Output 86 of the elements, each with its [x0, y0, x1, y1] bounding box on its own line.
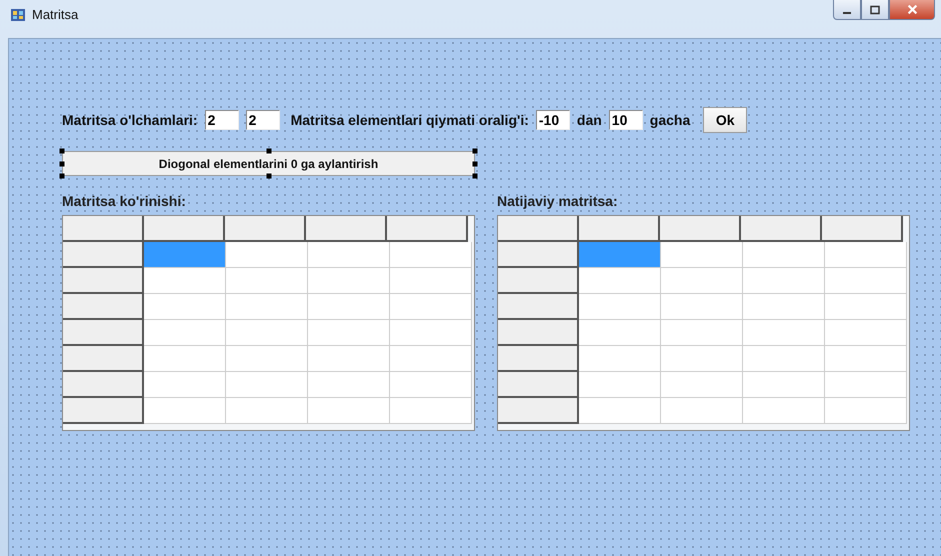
resize-handle[interactable]: [472, 174, 478, 178]
grid-cell[interactable]: [390, 294, 472, 320]
resize-handle[interactable]: [60, 174, 64, 178]
grid-cell[interactable]: [825, 320, 907, 346]
minimize-button[interactable]: [833, 0, 861, 20]
grid-cell[interactable]: [661, 268, 743, 294]
grid-cell[interactable]: [579, 268, 661, 294]
grid-cell[interactable]: [579, 398, 661, 424]
range-to-field[interactable]: 10: [608, 110, 643, 130]
resize-handle[interactable]: [472, 148, 478, 154]
dimension-field[interactable]: 2: [246, 110, 280, 130]
grid-cell[interactable]: [825, 346, 907, 372]
dimension-field[interactable]: 2: [204, 110, 239, 130]
grid-cell[interactable]: [825, 372, 907, 398]
from-label: dan: [576, 112, 602, 128]
grid-cell[interactable]: [661, 294, 743, 320]
grid-cell[interactable]: [226, 346, 308, 372]
grid-cell[interactable]: [144, 372, 226, 398]
grid-cell[interactable]: [743, 268, 825, 294]
grid-cell[interactable]: [661, 372, 743, 398]
grid-cell[interactable]: [226, 242, 308, 268]
range-label: Matritsa elementlari qiymati oralig'i:: [290, 112, 529, 128]
close-icon: [906, 4, 918, 15]
minimize-icon: [843, 12, 851, 14]
grid-cell[interactable]: [661, 398, 743, 424]
grid-cell[interactable]: [144, 242, 226, 268]
grid-cell[interactable]: [144, 398, 226, 424]
grid-cell[interactable]: [579, 320, 661, 346]
grid-cell[interactable]: [226, 398, 308, 424]
grid-cell[interactable]: [743, 294, 825, 320]
grid-cell[interactable]: [661, 242, 743, 268]
grid-cell[interactable]: [661, 346, 743, 372]
grid-cell[interactable]: [226, 320, 308, 346]
to-label: gacha: [650, 112, 690, 128]
grid-cell[interactable]: [308, 242, 390, 268]
ok-button[interactable]: Ok: [703, 107, 748, 133]
grid-cell[interactable]: [579, 242, 661, 268]
grid-cell[interactable]: [743, 242, 825, 268]
grid-cell[interactable]: [144, 268, 226, 294]
resize-handle[interactable]: [266, 148, 271, 154]
grid-cell[interactable]: [226, 294, 308, 320]
grid-cell[interactable]: [743, 320, 825, 346]
grid-cell[interactable]: [825, 294, 907, 320]
grid-cell[interactable]: [825, 268, 907, 294]
app-icon: [10, 7, 26, 23]
grid-cell[interactable]: [661, 320, 743, 346]
grid-cell[interactable]: [308, 372, 390, 398]
grid-cell[interactable]: [743, 372, 825, 398]
maximize-button[interactable]: [861, 0, 889, 20]
grid-cell[interactable]: [226, 372, 308, 398]
grid-label: Natijaviy matritsa:: [497, 193, 619, 209]
diagonal-button[interactable]: Diogonal elementlarini 0 ga aylantirish: [62, 151, 475, 176]
grid-cell[interactable]: [308, 320, 390, 346]
grid-cell[interactable]: [308, 294, 390, 320]
grid-cell[interactable]: [825, 242, 907, 268]
grid-cell[interactable]: [390, 242, 472, 268]
grid-cell[interactable]: [390, 268, 472, 294]
grid-cell[interactable]: [579, 346, 661, 372]
resize-handle[interactable]: [60, 148, 64, 154]
grid-cell[interactable]: [144, 320, 226, 346]
dimensions-label: Matritsa o'lchamlari:: [62, 112, 198, 128]
string-grid[interactable]: [62, 215, 475, 431]
range-from-field[interactable]: -10: [536, 110, 570, 130]
grid-cell[interactable]: [226, 268, 308, 294]
grid-cell[interactable]: [743, 398, 825, 424]
resize-handle[interactable]: [472, 161, 478, 166]
grid-cell[interactable]: [308, 398, 390, 424]
grid-cell[interactable]: [390, 346, 472, 372]
grid-cell[interactable]: [579, 294, 661, 320]
close-button[interactable]: [889, 0, 935, 20]
grid-cell[interactable]: [743, 346, 825, 372]
window-title: Matritsa: [32, 7, 78, 22]
string-grid[interactable]: [497, 215, 910, 431]
grid-cell[interactable]: [390, 398, 472, 424]
grid-cell[interactable]: [390, 372, 472, 398]
resize-handle[interactable]: [266, 174, 271, 178]
grid-cell[interactable]: [144, 346, 226, 372]
resize-handle[interactable]: [60, 161, 64, 166]
grid-label: Matritsa ko'rinishi:: [62, 193, 187, 209]
grid-cell[interactable]: [308, 346, 390, 372]
grid-cell[interactable]: [579, 372, 661, 398]
grid-cell[interactable]: [144, 294, 226, 320]
grid-cell[interactable]: [308, 268, 390, 294]
grid-cell[interactable]: [390, 320, 472, 346]
maximize-icon: [870, 4, 880, 14]
grid-cell[interactable]: [825, 398, 907, 424]
